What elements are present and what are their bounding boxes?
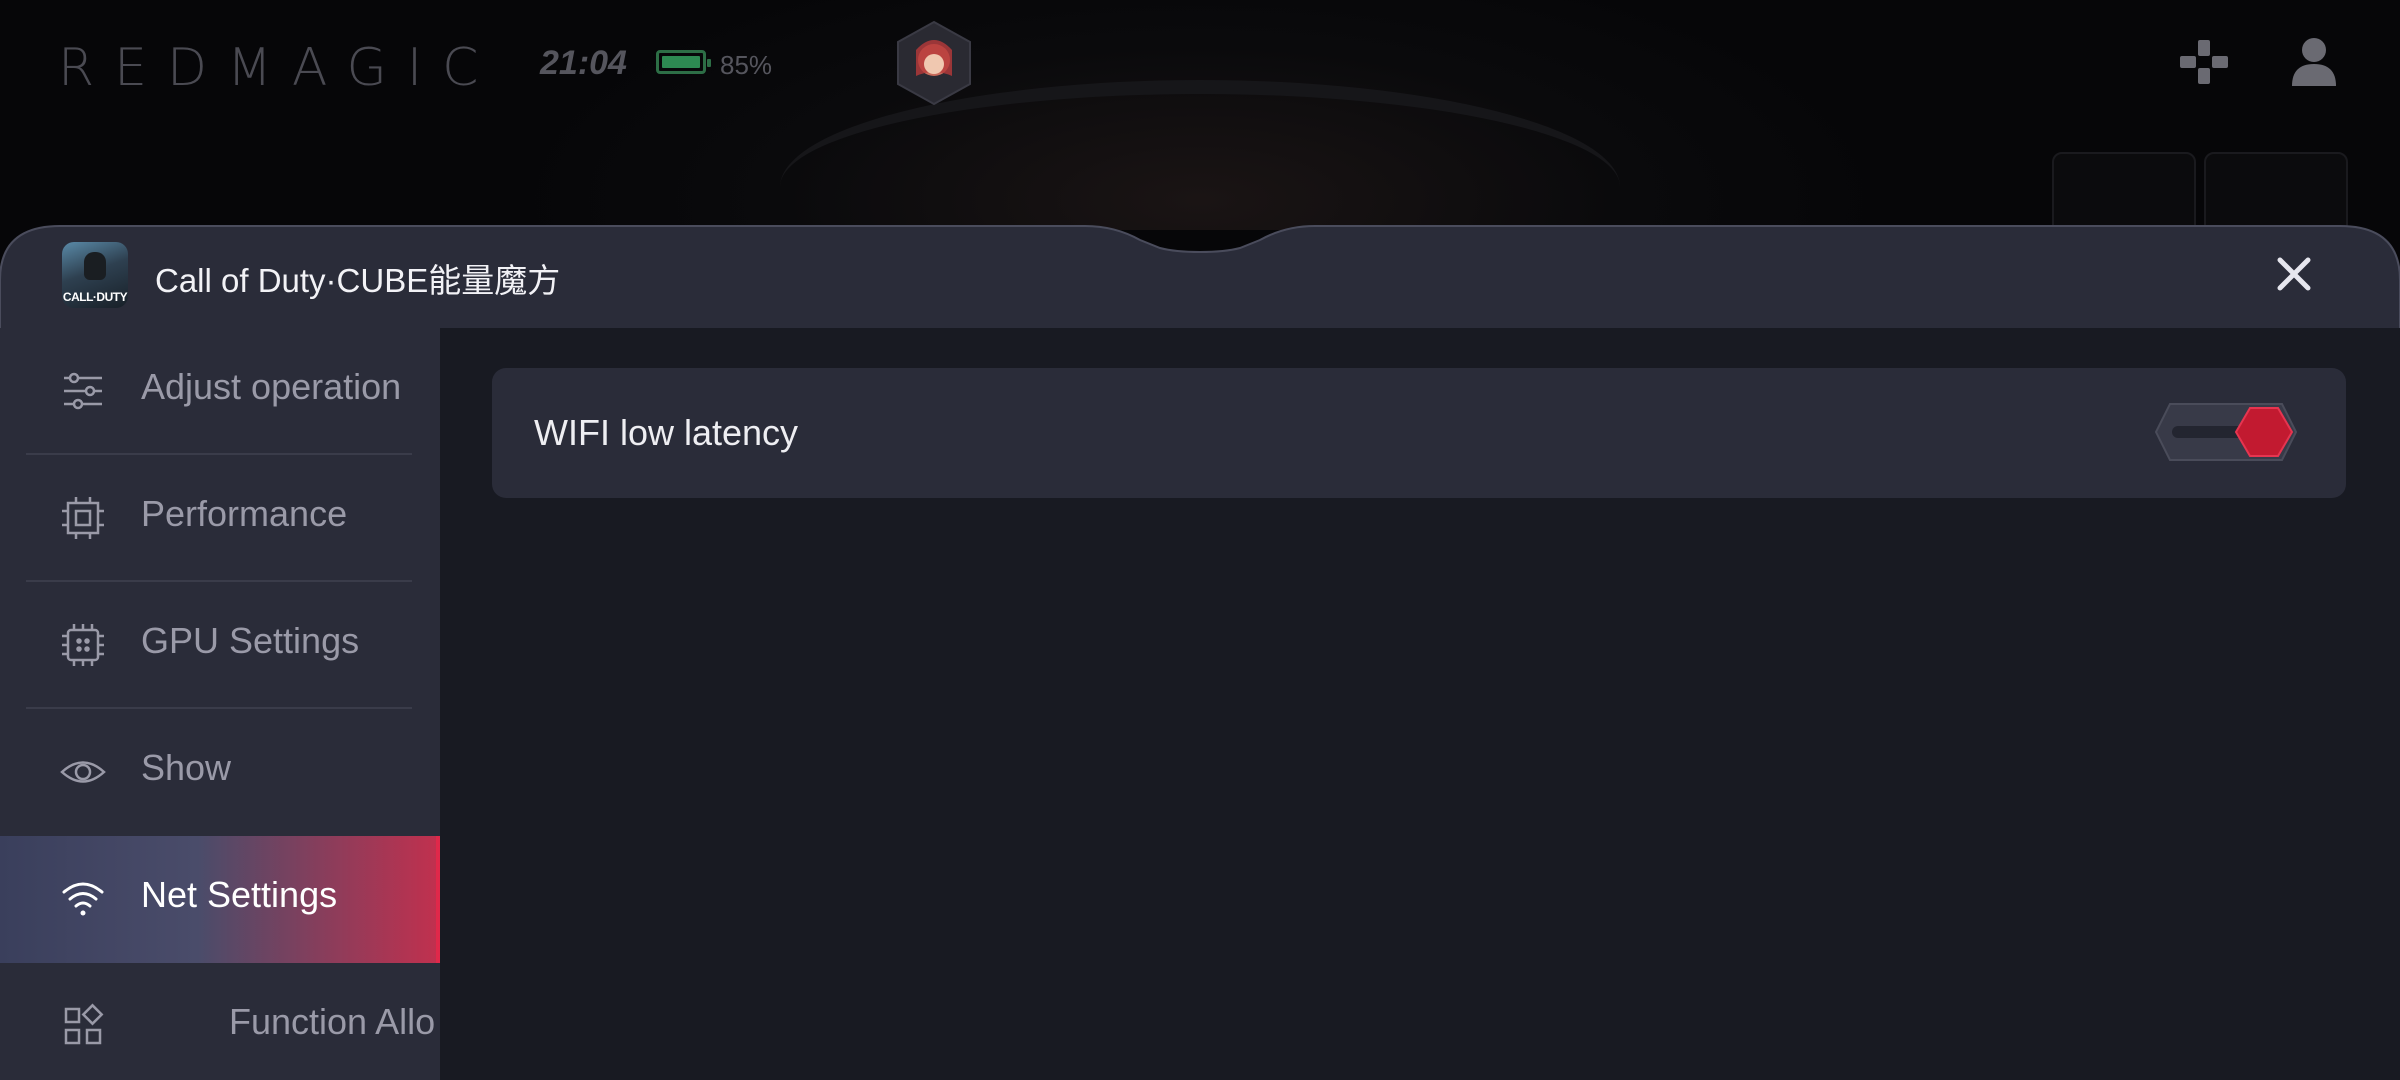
launcher-top-bar: REDMAGIC 21:04 85%	[0, 0, 2400, 236]
wifi-low-latency-row: WIFI low latency	[492, 368, 2346, 498]
eye-icon	[60, 761, 106, 783]
sidebar-item-adjust-operation[interactable]: Adjust operation	[0, 328, 440, 455]
sliders-icon	[64, 372, 102, 410]
battery-icon	[656, 50, 711, 74]
gamepad-icon[interactable]	[2176, 36, 2232, 88]
sidebar-item-performance[interactable]: Performance	[0, 455, 440, 582]
sidebar: Adjust operation Performance GPU Setting…	[0, 328, 440, 1080]
close-icon[interactable]	[2270, 250, 2318, 298]
sidebar-item-label: Adjust operation	[141, 366, 402, 407]
user-icon[interactable]	[2288, 34, 2340, 88]
battery-percent: 85%	[720, 50, 773, 80]
setting-label: WIFI low latency	[534, 412, 799, 453]
sidebar-item-label: GPU Settings	[141, 620, 360, 661]
sidebar-item-label: Net Settings	[141, 874, 338, 915]
grid-icon	[64, 1003, 104, 1045]
sidebar-item-gpu-settings[interactable]: GPU Settings	[0, 582, 440, 709]
sidebar-item-label: Function Allo	[229, 1001, 436, 1042]
chip-icon	[62, 624, 104, 666]
panel-title: Call of Duty·CUBE能量魔方	[155, 262, 561, 299]
character-avatar[interactable]	[896, 20, 972, 106]
clock: 21:04	[540, 44, 627, 82]
sidebar-item-label: Performance	[141, 493, 348, 534]
sidebar-item-function-allocation[interactable]: Function Allo	[0, 963, 440, 1080]
app-icon: CALL·DUTY	[62, 242, 128, 308]
wifi-icon	[62, 882, 104, 916]
sidebar-item-label: Show	[141, 747, 232, 788]
sidebar-item-show[interactable]: Show	[0, 709, 440, 836]
sidebar-item-net-settings[interactable]: Net Settings	[0, 836, 440, 963]
brand-logo: REDMAGIC	[58, 38, 499, 98]
wifi-low-latency-toggle[interactable]	[2154, 402, 2298, 462]
processor-icon	[62, 497, 104, 539]
